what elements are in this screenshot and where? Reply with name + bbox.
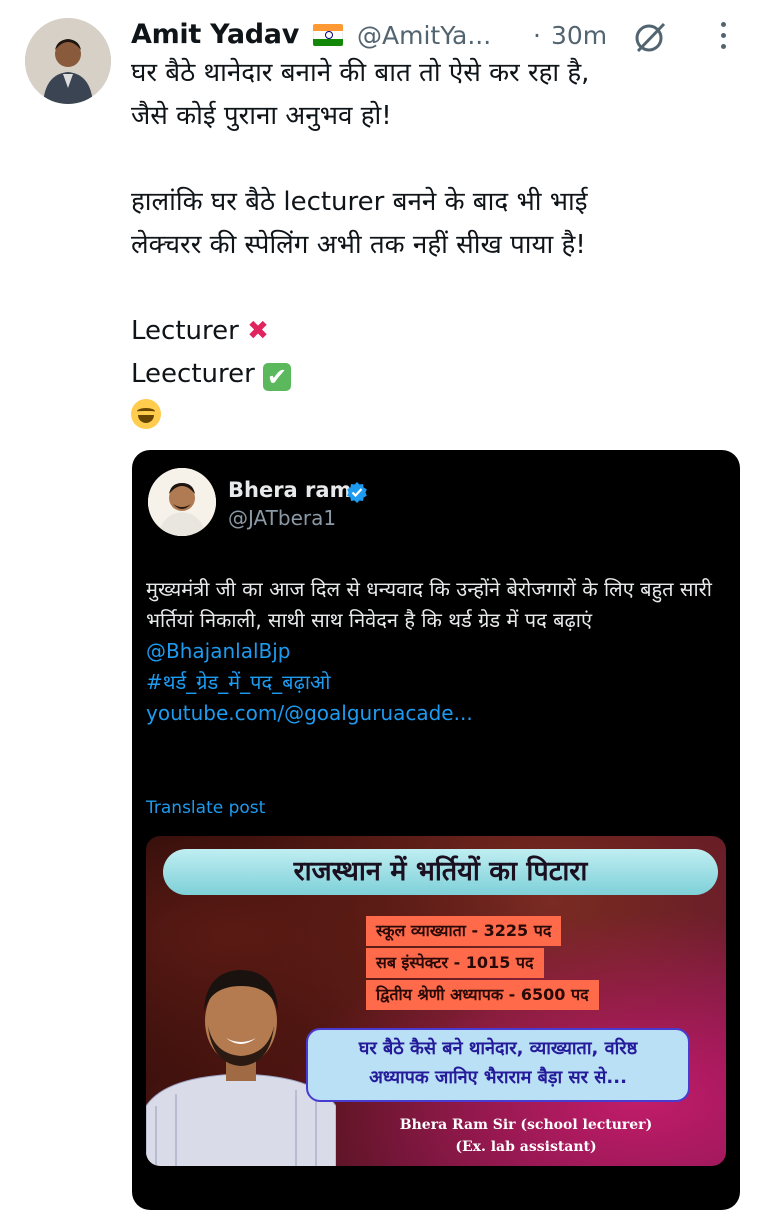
line-wrong: Lecturer: [131, 316, 239, 346]
banner-line-1: स्कूल व्याख्याता - 3225 पद: [366, 916, 562, 946]
banner-title: राजस्थान में भर्तियों का पिटारा: [163, 849, 718, 895]
banner-line-3: द्वितीय श्रेणी अध्यापक - 6500 पद: [366, 980, 599, 1010]
banner-promo-line-1: घर बैठे कैसे बने थानेदार, व्याख्याता, वर…: [358, 1038, 638, 1059]
separator-dot: ·: [533, 21, 541, 50]
quoted-media-image[interactable]: राजस्थान में भर्तियों का पिटारा स्कूल व्…: [146, 836, 726, 1166]
tweet-header: Amit Yadav @AmitYa... · 30m: [131, 16, 751, 56]
quoted-tweet-text: मुख्यमंत्री जी का आज दिल से धन्यवाद कि उ…: [146, 574, 731, 729]
quoted-author-name[interactable]: Bhera ram: [228, 478, 351, 502]
line-right: Leecturer: [131, 359, 255, 389]
grok-icon[interactable]: [633, 20, 667, 54]
author-name[interactable]: Amit Yadav: [131, 19, 299, 50]
tweet-text: घर बैठे थानेदार बनाने की बात तो ऐसे कर र…: [131, 52, 731, 439]
avatar-photo: [25, 18, 111, 104]
cross-mark-icon: ✖: [247, 316, 269, 346]
timestamp[interactable]: 30m: [551, 21, 607, 50]
author-avatar[interactable]: [25, 18, 111, 104]
mention-link[interactable]: @BhajanlalBjp: [146, 639, 290, 663]
check-mark-icon: ✔: [263, 363, 292, 391]
url-link[interactable]: youtube.com/@goalguruacade...: [146, 701, 473, 725]
banner-name-line-2: (Ex. lab assistant): [455, 1139, 597, 1155]
verified-badge-icon[interactable]: [346, 481, 368, 503]
grinning-face-icon: [131, 399, 161, 429]
banner-name-line-1: Bhera Ram Sir (school lecturer): [399, 1117, 653, 1133]
india-flag-icon: [313, 24, 343, 46]
author-handle[interactable]: @AmitYa...: [357, 21, 491, 50]
banner-promo-line-2: अध्यापक जानिए भैराराम बैड़ा सर से...: [369, 1067, 627, 1088]
banner-promo-box: घर बैठे कैसे बने थानेदार, व्याख्याता, वर…: [306, 1028, 690, 1102]
quoted-tweet-card[interactable]: Bhera ram @JATbera1 मुख्यमंत्री जी का आज…: [132, 450, 740, 1210]
quoted-text-main: मुख्यमंत्री जी का आज दिल से धन्यवाद कि उ…: [146, 577, 712, 632]
quoted-avatar-photo: [148, 468, 216, 536]
more-options-icon[interactable]: [718, 22, 728, 52]
quoted-author-avatar[interactable]: [148, 468, 216, 536]
tweet-body: घर बैठे थानेदार बनाने की बात तो ऐसे कर र…: [131, 58, 590, 260]
hashtag-link[interactable]: #थर्ड_ग्रेड_में_पद_बढ़ाओ: [146, 670, 330, 694]
quoted-author-handle[interactable]: @JATbera1: [228, 506, 336, 530]
banner-name-caption: Bhera Ram Sir (school lecturer) (Ex. lab…: [376, 1114, 676, 1158]
banner-line-2: सब इंस्पेक्टर - 1015 पद: [366, 948, 544, 978]
translate-post-link[interactable]: Translate post: [146, 798, 265, 818]
